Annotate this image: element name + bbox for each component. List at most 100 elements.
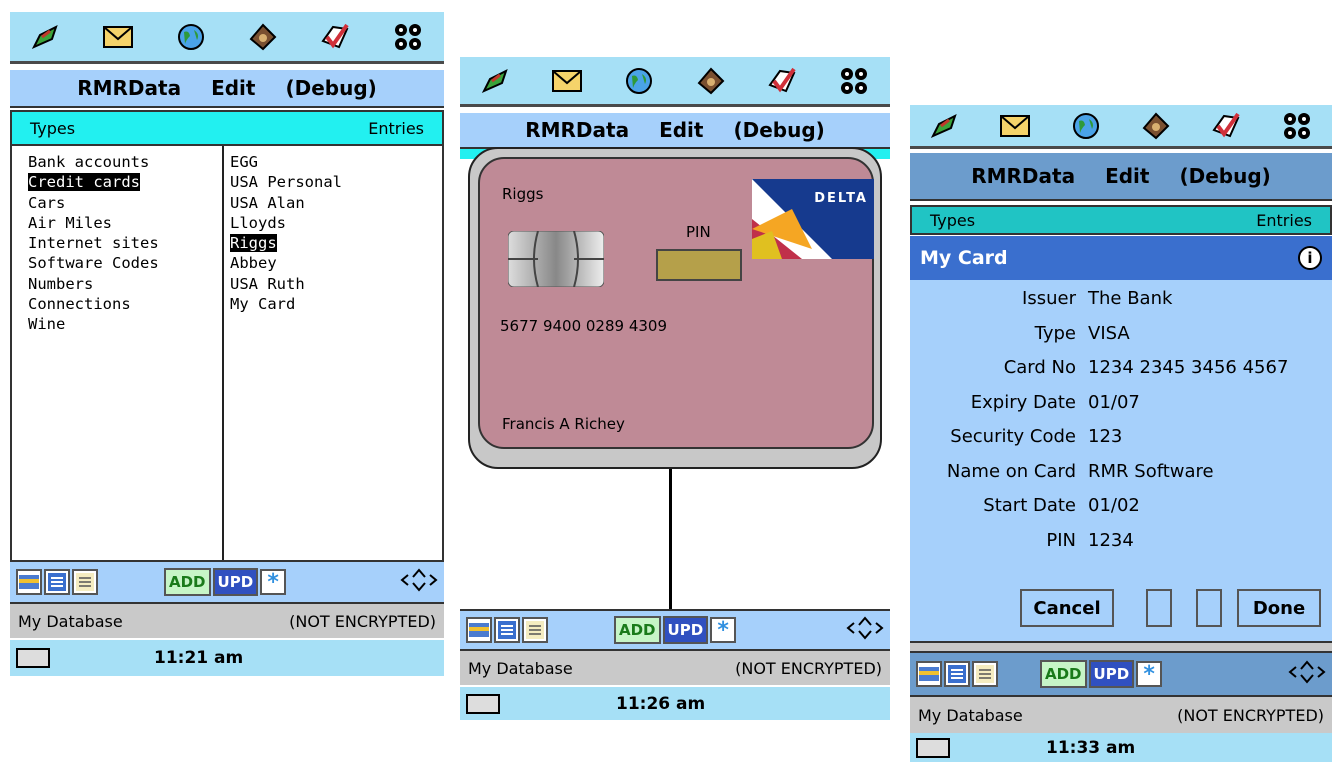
- card-bank: Riggs: [502, 185, 544, 203]
- entry-item[interactable]: EGG: [230, 152, 342, 172]
- mail-icon[interactable]: [550, 64, 584, 98]
- entry-item[interactable]: Lloyds: [230, 213, 342, 233]
- tick-icon[interactable]: [1209, 109, 1243, 143]
- entry-item[interactable]: USA Ruth: [230, 274, 342, 294]
- menu-debug[interactable]: (Debug): [733, 118, 824, 142]
- screen-detail: RMRData Edit (Debug) Types Entries My Ca…: [910, 105, 1332, 762]
- tab-entries[interactable]: Entries: [368, 119, 442, 138]
- card-view-icon[interactable]: [16, 569, 42, 595]
- globe-icon[interactable]: [174, 20, 208, 54]
- divider-strip: [910, 641, 1332, 651]
- notes-view-icon[interactable]: [522, 617, 548, 643]
- entry-item[interactable]: USA Alan: [230, 193, 342, 213]
- menu-debug[interactable]: (Debug): [285, 76, 376, 100]
- screen-card: RMRData Edit (Debug) Riggs PIN DELTA 567…: [460, 57, 890, 720]
- credit-card: Riggs PIN DELTA 5677 9400 0289 4309 Fran…: [478, 157, 874, 449]
- type-item[interactable]: Bank accounts: [28, 152, 159, 172]
- update-button[interactable]: UPD: [1088, 660, 1135, 688]
- list-view-icon[interactable]: [44, 569, 70, 595]
- card-view-icon[interactable]: [916, 661, 942, 687]
- tick-icon[interactable]: [765, 64, 799, 98]
- scroll-arrows-icon[interactable]: [1288, 659, 1326, 689]
- entry-item[interactable]: My Card: [230, 294, 342, 314]
- add-button[interactable]: ADD: [614, 616, 661, 644]
- globe-icon[interactable]: [1069, 109, 1103, 143]
- type-item[interactable]: Air Miles: [28, 213, 159, 233]
- menu-app[interactable]: RMRData: [77, 76, 181, 100]
- tab-strip: Types Entries: [10, 110, 444, 146]
- menu-edit[interactable]: Edit: [1105, 164, 1149, 188]
- blank-button-2[interactable]: [1196, 589, 1222, 627]
- type-item[interactable]: Numbers: [28, 274, 159, 294]
- grid-icon[interactable]: [391, 20, 425, 54]
- done-button[interactable]: Done: [1237, 589, 1321, 627]
- keyboard-icon[interactable]: [16, 648, 50, 668]
- type-item[interactable]: Software Codes: [28, 253, 159, 273]
- notes-view-icon[interactable]: [972, 661, 998, 687]
- entry-item[interactable]: Abbey: [230, 253, 342, 273]
- encryption-status: (NOT ENCRYPTED): [289, 611, 436, 631]
- status-bar: My Database (NOT ENCRYPTED): [910, 695, 1332, 733]
- keyboard-icon[interactable]: [466, 693, 500, 714]
- notes-view-icon[interactable]: [72, 569, 98, 595]
- chip-icon: [507, 230, 605, 288]
- type-item[interactable]: Wine: [28, 314, 159, 334]
- keyboard-icon[interactable]: [916, 737, 950, 758]
- add-button[interactable]: ADD: [164, 568, 211, 596]
- pen-icon[interactable]: [928, 109, 962, 143]
- entry-item-label: EGG: [230, 153, 258, 171]
- star-icon[interactable]: *: [710, 617, 737, 643]
- entry-item-label: USA Alan: [230, 193, 305, 212]
- pen-icon[interactable]: [479, 64, 513, 98]
- menu-edit[interactable]: Edit: [659, 118, 703, 142]
- field-value: 123: [1088, 426, 1123, 447]
- screen-list: RMRData Edit (Debug) Types Entries Bank …: [10, 12, 444, 676]
- field-value: 1234 2345 3456 4567: [1088, 357, 1289, 378]
- mail-icon[interactable]: [101, 20, 135, 54]
- type-item[interactable]: Credit cards: [28, 172, 159, 192]
- update-button[interactable]: UPD: [212, 568, 259, 596]
- clock-bar: 11:33 am: [910, 733, 1332, 762]
- blank-button-1[interactable]: [1146, 589, 1172, 627]
- type-item[interactable]: Internet sites: [28, 233, 159, 253]
- scroll-arrows-icon[interactable]: [846, 615, 884, 645]
- tab-types[interactable]: Types: [12, 119, 75, 138]
- info-icon[interactable]: i: [1298, 246, 1322, 270]
- globe-icon[interactable]: [622, 64, 656, 98]
- card-view-icon[interactable]: [466, 617, 492, 643]
- toolbar: ADD UPD *: [910, 651, 1332, 695]
- type-item-label: Internet sites: [28, 234, 159, 253]
- detail-title: My Card: [920, 247, 1008, 269]
- star-icon[interactable]: *: [260, 569, 287, 595]
- grid-icon[interactable]: [837, 64, 871, 98]
- scroll-arrows-icon[interactable]: [400, 567, 438, 597]
- grid-icon[interactable]: [1280, 109, 1314, 143]
- mail-icon[interactable]: [998, 109, 1032, 143]
- menu-edit[interactable]: Edit: [211, 76, 255, 100]
- cancel-button[interactable]: Cancel: [1020, 589, 1114, 627]
- list-view-icon[interactable]: [944, 661, 970, 687]
- menu-app[interactable]: RMRData: [525, 118, 629, 142]
- entries-list: EGG USA Personal USA Alan Lloyds Riggs Abbey U…: [230, 152, 342, 314]
- add-button[interactable]: ADD: [1040, 660, 1087, 688]
- wallet-icon[interactable]: [694, 64, 728, 98]
- wallet-icon[interactable]: [246, 20, 280, 54]
- update-button[interactable]: UPD: [662, 616, 709, 644]
- list-view-icon[interactable]: [494, 617, 520, 643]
- star-icon[interactable]: *: [1136, 661, 1163, 687]
- field-value: RMR Software: [1088, 460, 1214, 482]
- toolbar: ADD UPD *: [460, 609, 890, 649]
- entry-item[interactable]: USA Personal: [230, 172, 342, 192]
- menu-debug[interactable]: (Debug): [1179, 164, 1270, 188]
- tab-types[interactable]: Types: [912, 211, 975, 230]
- type-item[interactable]: Connections: [28, 294, 159, 314]
- menu-app[interactable]: RMRData: [971, 164, 1075, 188]
- type-item[interactable]: Cars: [28, 193, 159, 213]
- tick-icon[interactable]: [318, 20, 352, 54]
- card-holder: Francis A Richey: [502, 415, 625, 433]
- tab-entries[interactable]: Entries: [1256, 211, 1330, 230]
- wallet-icon[interactable]: [1139, 109, 1173, 143]
- type-item-label: Numbers: [28, 274, 94, 293]
- entry-item[interactable]: Riggs: [230, 233, 342, 253]
- pen-icon[interactable]: [29, 20, 63, 54]
